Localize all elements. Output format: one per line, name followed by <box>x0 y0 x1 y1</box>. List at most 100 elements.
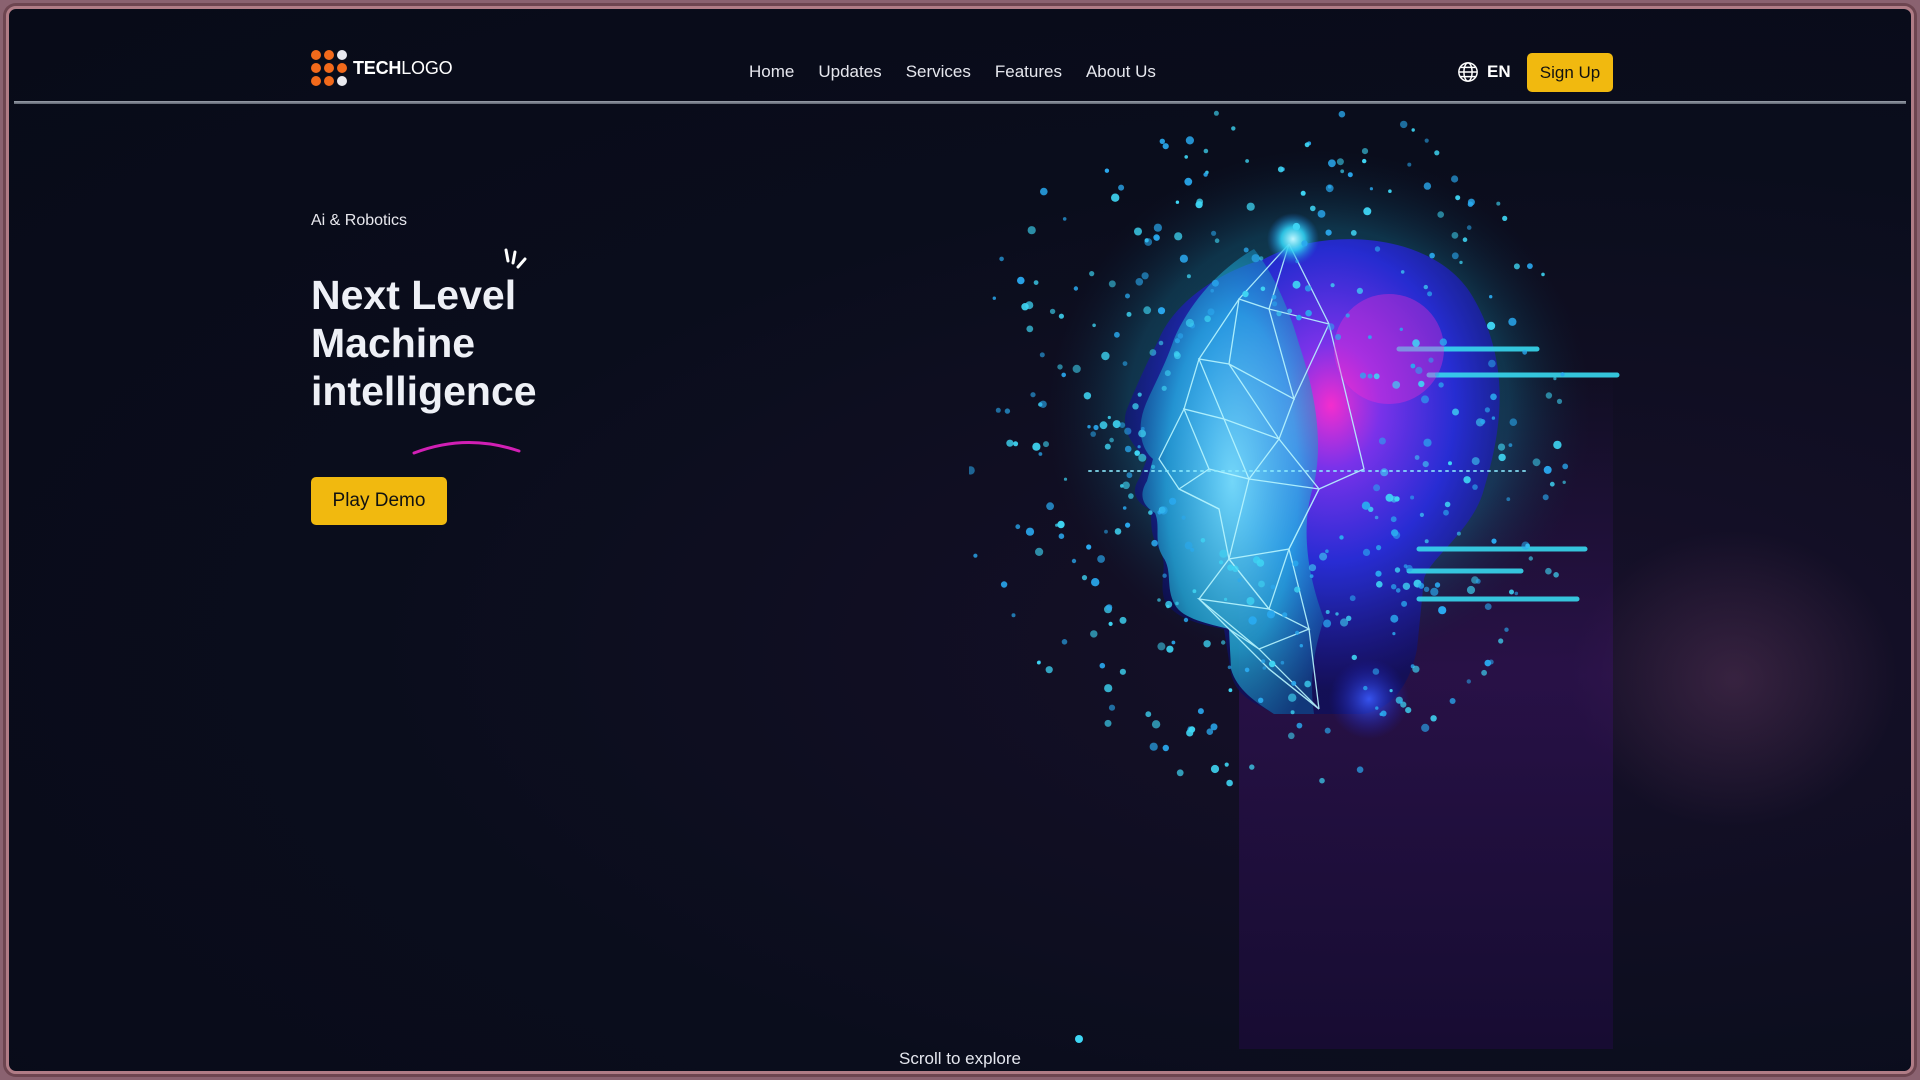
particle-dot <box>1471 457 1480 466</box>
particle-dot <box>1336 158 1344 166</box>
play-demo-button[interactable]: Play Demo <box>311 477 447 525</box>
particle-dot <box>1439 338 1447 346</box>
particle-dot <box>1367 373 1373 379</box>
particle-dot <box>1246 597 1255 605</box>
particle-dot <box>1327 323 1335 331</box>
particle-dot <box>1280 660 1285 665</box>
particle-dot <box>1498 638 1504 644</box>
sparkle-accent-icon <box>504 248 527 269</box>
particle-dot <box>1448 461 1452 466</box>
particle-dot <box>1083 392 1092 400</box>
particle-dot <box>1541 272 1545 277</box>
particle-dot <box>1399 700 1403 704</box>
particle-dot <box>1451 175 1459 183</box>
globe-icon <box>1458 62 1478 82</box>
particle-dot <box>1400 120 1408 129</box>
particle-dot <box>1026 325 1034 333</box>
particle-dot <box>1292 280 1301 289</box>
particle-dot <box>1125 293 1130 299</box>
particle-dot <box>1361 148 1369 155</box>
nav-services[interactable]: Services <box>906 62 971 82</box>
nav-home[interactable]: Home <box>749 62 794 82</box>
particle-dot <box>1277 166 1284 173</box>
particle-dot <box>1488 659 1494 665</box>
particle-dot <box>1171 640 1176 645</box>
particle-dot <box>1376 545 1382 551</box>
particle-dot <box>1153 234 1160 241</box>
particle-dot <box>1114 528 1122 535</box>
particle-dot <box>1104 168 1110 173</box>
particle-dot <box>1423 284 1428 290</box>
particle-dot <box>1219 560 1224 565</box>
particle-dot <box>1164 370 1171 377</box>
particle-dot <box>1025 527 1035 536</box>
particle-dot <box>1122 361 1128 366</box>
particle-dot <box>1126 472 1133 479</box>
particle-dot <box>1553 440 1562 450</box>
particle-dot <box>1057 520 1065 529</box>
particle-dot <box>1035 547 1044 556</box>
particle-dot <box>1438 382 1444 388</box>
particle-dot <box>1140 426 1145 431</box>
language-selector[interactable]: EN <box>1457 61 1511 83</box>
particle-dot <box>1011 613 1016 618</box>
particle-dot <box>1259 256 1264 261</box>
particle-dot <box>1508 443 1513 447</box>
particle-dot <box>1451 232 1459 239</box>
particle-dot <box>1138 453 1147 462</box>
particle-dot <box>1434 150 1440 156</box>
particle-dot <box>1480 419 1486 425</box>
particle-dot <box>1424 539 1429 544</box>
underline-swoosh <box>412 440 521 455</box>
particle-dot <box>1504 627 1509 632</box>
particle-dot <box>1032 442 1041 451</box>
particle-dot <box>1487 321 1496 330</box>
nav-features[interactable]: Features <box>995 62 1062 82</box>
particle-dot <box>1124 445 1132 453</box>
particle-dot <box>1291 680 1297 686</box>
particle-dot <box>1258 580 1265 588</box>
particle-dot <box>1553 572 1559 578</box>
nav-updates[interactable]: Updates <box>818 62 881 82</box>
particle-dot <box>1427 291 1433 297</box>
particle-dot <box>1392 632 1396 636</box>
particle-dot <box>1224 597 1228 601</box>
particle-dot <box>1090 630 1098 638</box>
particle-dot <box>1039 400 1047 408</box>
particle-dot <box>1137 392 1142 397</box>
particle-dot <box>1455 195 1461 201</box>
particle-dot <box>1036 660 1041 665</box>
site-logo[interactable]: TECHLOGO <box>311 50 453 86</box>
particle-dot <box>1211 230 1217 236</box>
particle-dot <box>1498 453 1506 462</box>
particle-dot <box>1560 372 1565 377</box>
particle-dot <box>1290 710 1295 715</box>
sign-up-button[interactable]: Sign Up <box>1527 53 1613 92</box>
particle-dot <box>1175 601 1179 606</box>
nav-about-us[interactable]: About Us <box>1086 62 1156 82</box>
particle-dot <box>1545 567 1552 575</box>
particle-dot <box>1459 260 1463 265</box>
particle-dot <box>1039 352 1045 358</box>
particle-dot <box>1497 443 1506 451</box>
particle-dot <box>1261 659 1266 664</box>
particle-dot <box>1231 126 1236 131</box>
particle-dot <box>1266 610 1276 619</box>
hero-headline: Next Level Machine intelligence <box>311 271 571 415</box>
particle-dot <box>1061 639 1068 645</box>
particle-dot <box>1119 422 1126 428</box>
particle-dot <box>1310 205 1316 212</box>
particle-dot <box>1185 318 1194 328</box>
particle-dot <box>1317 210 1326 218</box>
particle-dot <box>1228 688 1233 693</box>
particle-dot <box>1151 464 1156 469</box>
header-divider <box>14 101 1906 104</box>
particle-dot <box>1428 357 1434 363</box>
particle-dot <box>1292 560 1299 567</box>
particle-dot <box>1027 226 1036 235</box>
particle-dot <box>992 296 996 300</box>
particle-dot <box>1132 403 1139 410</box>
particle-dot <box>1362 548 1371 556</box>
particle-dot <box>1092 323 1096 328</box>
particle-dot <box>1137 445 1141 449</box>
